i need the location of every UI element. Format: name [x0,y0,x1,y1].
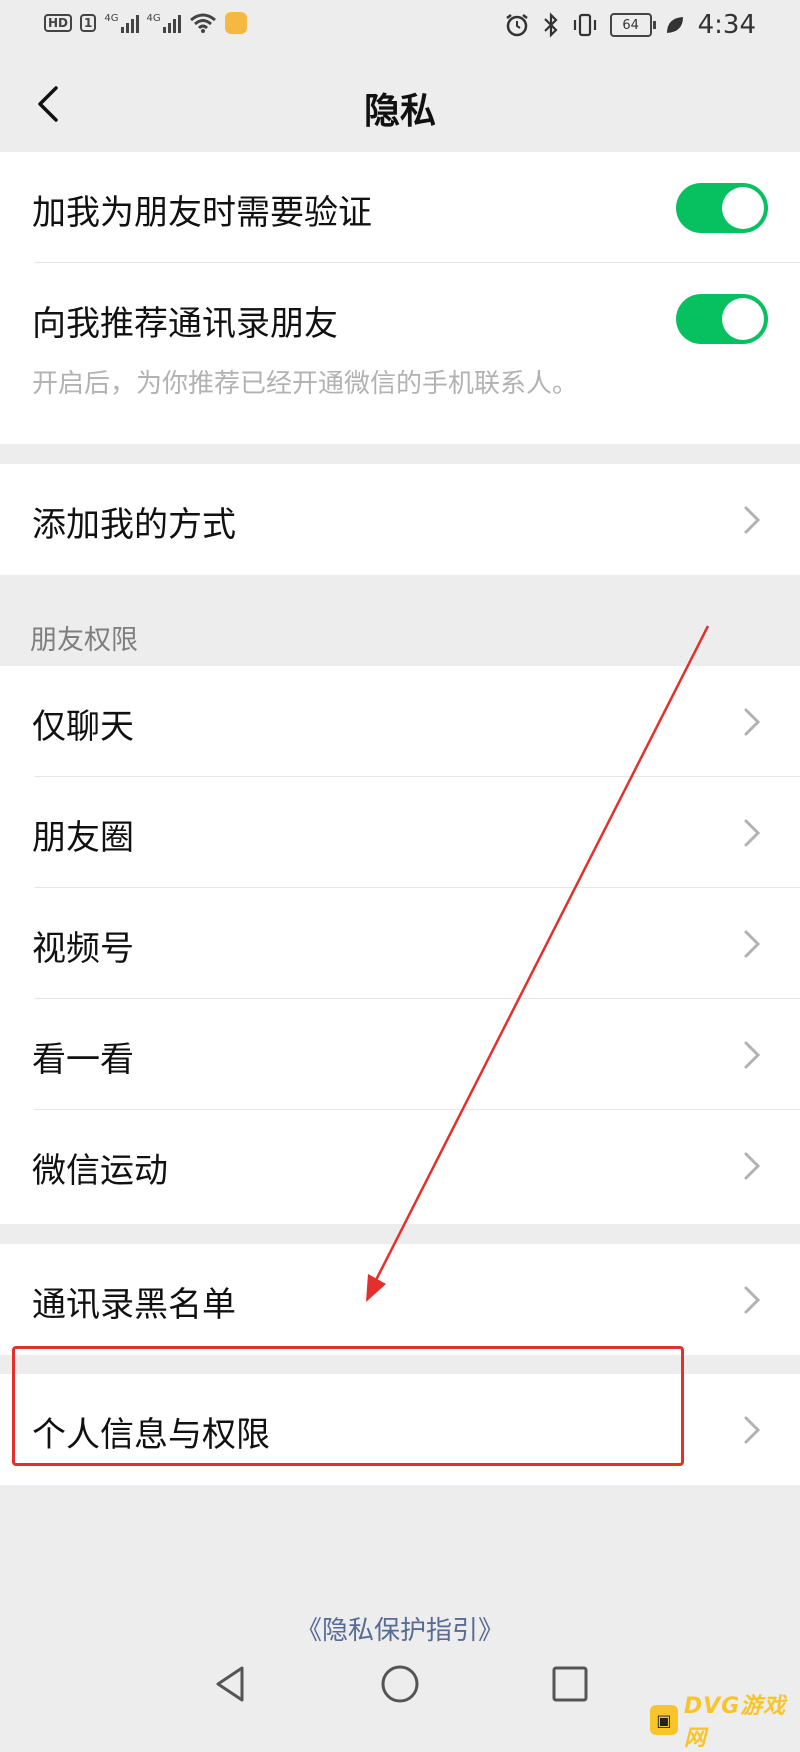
row-label: 微信运动 [32,1151,168,1191]
clock: 4:34 [697,10,756,40]
chevron-right-icon [744,506,761,534]
sim1-icon: 1 [80,14,97,32]
signal-4g-icon: 4G [147,13,181,33]
triangle-back-icon[interactable] [208,1662,252,1706]
verify-toggle[interactable] [676,183,768,233]
bluetooth-icon [543,12,558,38]
chevron-right-icon [744,930,761,958]
settings-row-chat-only[interactable]: 仅聊天 [0,666,800,777]
settings-row-add-me[interactable]: 添加我的方式 [0,464,800,575]
annotation-highlight-box [12,1346,684,1466]
status-left: HD 1 4G 4G [44,12,247,34]
recommend-toggle[interactable] [676,294,768,344]
verification-group: 加我为朋友时需要验证 向我推荐通讯录朋友 [0,152,800,444]
watermark: ▣ DVG游戏网 [650,1688,800,1752]
toggle-knob [722,187,764,229]
alarm-icon [505,14,528,37]
battery-icon: 64 [609,13,656,37]
app-notification-icon [224,12,247,34]
vibrate-icon [573,13,596,37]
watermark-text: DVG游戏网 [683,1694,787,1751]
settings-row-recommend: 向我推荐通讯录朋友 [0,263,800,374]
chevron-right-icon [744,1041,761,1069]
row-label: 仅聊天 [32,707,134,747]
settings-row-verify: 加我为朋友时需要验证 [0,152,800,263]
row-label: 通讯录黑名单 [32,1285,236,1325]
chevron-right-icon [744,708,761,736]
settings-row-channels[interactable]: 视频号 [0,888,800,999]
recommend-description: 开启后，为你推荐已经开通微信的手机联系人。 [32,369,579,399]
wifi-icon [189,13,216,33]
settings-row-moments[interactable]: 朋友圈 [0,777,800,888]
circle-home-icon[interactable] [378,1662,422,1706]
leaf-icon [666,17,683,33]
page-title: 隐私 [363,91,436,132]
blacklist-group: 通讯录黑名单 [0,1244,800,1355]
net-type-label: 4G [104,13,119,24]
settings-row-top-stories[interactable]: 看一看 [0,999,800,1110]
row-label: 向我推荐通讯录朋友 [32,304,338,344]
signal-4g-icon: 4G [104,13,139,33]
friend-permissions-group: 仅聊天 朋友圈 视频号 看一看 微信运动 [0,666,800,1224]
row-label: 添加我的方式 [32,505,236,545]
settings-row-werun[interactable]: 微信运动 [0,1110,800,1221]
row-label: 看一看 [32,1040,134,1080]
toggle-knob [722,298,764,340]
row-label: 视频号 [32,929,134,969]
chevron-right-icon [744,1286,761,1314]
section-header-friend-permissions: 朋友权限 [30,625,138,656]
status-right: 64 4:34 [504,10,756,40]
gamepad-icon: ▣ [650,1705,678,1735]
chevron-right-icon [744,819,761,847]
square-recents-icon[interactable] [548,1662,592,1706]
status-bar: HD 1 4G 4G 64 4:34 [0,0,800,56]
row-label: 加我为朋友时需要验证 [32,193,372,233]
chevron-right-icon [744,1152,761,1180]
hd-icon: HD [44,14,73,32]
row-label: 朋友圈 [32,818,134,858]
chevron-right-icon [744,1416,761,1444]
net-type-label: 4G [146,13,161,24]
add-me-group: 添加我的方式 [0,464,800,575]
settings-row-blacklist[interactable]: 通讯录黑名单 [0,1244,800,1355]
